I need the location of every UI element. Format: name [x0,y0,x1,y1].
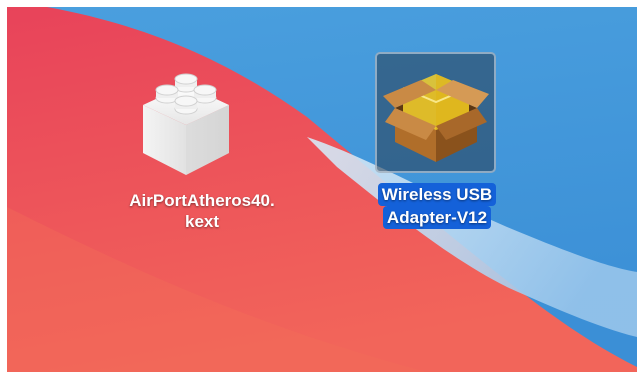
desktop-icon-label[interactable]: AirPortAtheros40. kext [112,190,292,232]
package-box-icon [383,74,489,162]
desktop-wallpaper [7,7,637,372]
desktop-icon-package[interactable]: Wireless USB Adapter-V12 [352,52,532,252]
desktop-icon-kext[interactable]: AirPortAtheros40. kext [112,62,292,252]
label-line-1: AirPortAtheros40. [129,191,275,210]
label-line-2: Adapter-V12 [382,206,492,229]
desktop-icon-label-selected[interactable]: Wireless USB Adapter-V12 [357,183,517,229]
desktop[interactable]: AirPortAtheros40. kext Wireless USB Adap… [7,7,637,372]
label-line-2: kext [184,212,220,231]
label-line-1: Wireless USB [377,183,497,206]
lego-brick-icon [143,73,229,175]
